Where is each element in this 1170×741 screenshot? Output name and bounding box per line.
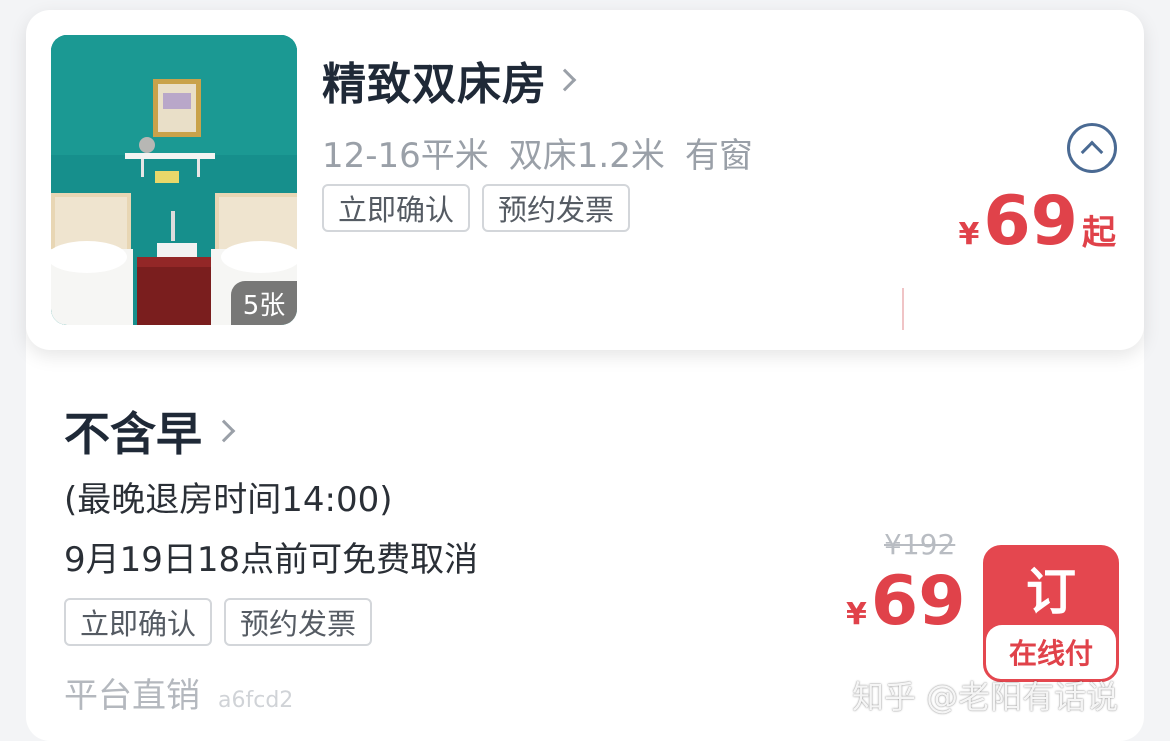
room-tag-instant-confirm: 立即确认 (322, 184, 471, 232)
room-photo[interactable]: 5张 (51, 35, 297, 325)
plan-tags: 立即确认 预约发票 (64, 598, 373, 646)
checkout-time: (最晚退房时间14:00) (64, 480, 393, 520)
room-title-link[interactable]: 精致双床房 (322, 48, 577, 112)
room-starting-price: ¥ 69 起 (958, 188, 1116, 256)
collapse-button[interactable] (1067, 123, 1117, 173)
room-specs: 12-16平米 双床1.2米 有窗 (322, 128, 753, 177)
room-price-currency: ¥ (958, 217, 980, 252)
chevron-right-icon (553, 68, 577, 92)
room-area: 12-16平米 (322, 136, 489, 176)
seller-info: 平台直销 a6fcd2 (64, 668, 293, 717)
room-window: 有窗 (684, 136, 753, 176)
hotel-room-page: 5张 精致双床房 12-16平米 双床1.2米 有窗 立即确认 预约发票 ¥ 6… (0, 0, 1170, 741)
seller-name: 平台直销 (64, 676, 200, 716)
plan-price-value: 69 (870, 562, 966, 641)
plan-tag-instant-confirm: 立即确认 (64, 598, 213, 646)
room-tags: 立即确认 预约发票 (322, 184, 631, 232)
room-card[interactable]: 5张 精致双床房 12-16平米 双床1.2米 有窗 立即确认 预约发票 ¥ 6… (26, 10, 1144, 350)
pay-online-label: 在线付 (986, 625, 1116, 679)
seller-code: a6fcd2 (218, 688, 294, 713)
book-label: 订 (1026, 563, 1076, 621)
book-button[interactable]: 订 在线付 (983, 545, 1119, 682)
room-tag-invoice: 预约发票 (482, 184, 631, 232)
plan-title: 不含早 (64, 407, 202, 461)
room-price-value: 69 (983, 182, 1078, 261)
photo-count-badge: 5张 (231, 281, 297, 325)
divider-mark (902, 288, 904, 330)
plan-price: ¥ 69 (846, 568, 966, 636)
cancel-policy: 9月19日18点前可免费取消 (64, 540, 479, 580)
room-title: 精致双床房 (322, 59, 547, 110)
room-price-suffix: 起 (1082, 213, 1116, 253)
chevron-up-icon (1080, 140, 1104, 164)
chevron-right-icon (212, 419, 236, 443)
plan-price-currency: ¥ (846, 597, 867, 632)
plan-title-link[interactable]: 不含早 (64, 398, 236, 464)
original-price: ¥192 (884, 528, 956, 561)
plan-tag-invoice: 预约发票 (224, 598, 373, 646)
room-bed: 双床1.2米 (508, 136, 665, 176)
watermark: 知乎 @老阳有话说 (852, 678, 1119, 716)
